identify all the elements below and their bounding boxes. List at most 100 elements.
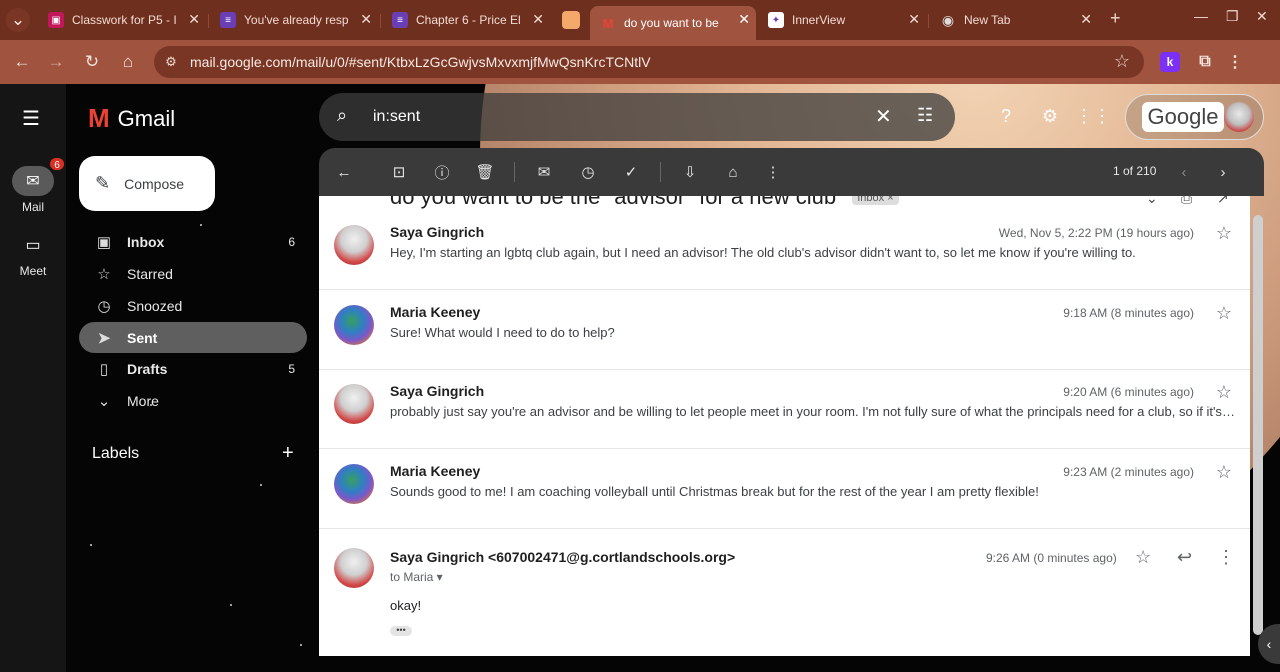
app-rail: ✉ 6 Mail ▭ Meet	[0, 84, 66, 672]
forward-icon[interactable]: →	[44, 50, 68, 74]
home-icon[interactable]: ⌂	[116, 50, 140, 74]
recipient-dropdown[interactable]: to Maria ▾	[390, 570, 443, 584]
pagination-text: 1 of 210	[1113, 164, 1157, 178]
label-icon[interactable]: ⌂	[723, 162, 743, 182]
print-icon[interactable]: ⎙	[1181, 196, 1192, 207]
close-tab-icon[interactable]: ✕	[1080, 11, 1092, 28]
message-row[interactable]: Maria Keeney Sounds good to me! I am coa…	[319, 449, 1250, 529]
labels-heading: Labels	[92, 445, 140, 462]
message-snippet: Hey, I'm starting an lgbtq club again, b…	[390, 245, 1136, 260]
clear-search-icon[interactable]: ✕	[875, 104, 892, 129]
older-icon[interactable]: ›	[1213, 162, 1233, 182]
expand-all-icon[interactable]: ⌄	[1146, 196, 1158, 207]
browser-tab[interactable]: ◉ New Tab ✕	[930, 6, 1098, 34]
tab-search-icon[interactable]: ⌄	[6, 8, 30, 32]
message-date: 9:26 AM (0 minutes ago)	[986, 551, 1117, 565]
google-brand: Google	[1142, 102, 1224, 132]
thread-toolbar: ← ⊡ ⓘ 🗑 ✉ ◷ ✓ ⇩ ⌂ ⋮ 1 of 210 ‹ ›	[319, 148, 1264, 196]
add-label-icon[interactable]: +	[282, 442, 294, 465]
settings-gear-icon[interactable]: ⚙	[1038, 104, 1062, 128]
archive-icon[interactable]: ⊡	[389, 162, 409, 182]
scrollbar[interactable]	[1253, 215, 1263, 635]
browser-tab[interactable]	[552, 6, 588, 34]
message-snippet: Sounds good to me! I am coaching volleyb…	[390, 484, 1039, 499]
browser-tab[interactable]: ✦ InnerView ✕	[758, 6, 926, 34]
back-icon[interactable]: ←	[10, 50, 34, 74]
nav-more[interactable]: ⌄ More	[79, 385, 307, 416]
move-to-icon[interactable]: ⇩	[680, 162, 700, 182]
close-tab-icon[interactable]: ✕	[738, 11, 750, 28]
nav-drafts[interactable]: ▯ Drafts 5	[79, 353, 307, 384]
rail-meet[interactable]: ▭ Meet	[0, 230, 66, 278]
nav-sent[interactable]: ➤ Sent	[79, 322, 307, 353]
nav-snoozed[interactable]: ◷ Snoozed	[79, 290, 307, 321]
show-trimmed-button[interactable]: •••	[390, 626, 412, 636]
close-tab-icon[interactable]: ✕	[360, 11, 372, 28]
restore-icon[interactable]: ❐	[1226, 8, 1239, 25]
browser-tab[interactable]: ≡ Chapter 6 - Price El ✕	[382, 6, 550, 34]
extensions-puzzle-icon[interactable]: ⧉	[1195, 52, 1215, 72]
url-text[interactable]: mail.google.com/mail/u/0/#sent/KtbxLzGcG…	[190, 54, 651, 70]
close-tab-icon[interactable]: ✕	[188, 11, 200, 28]
star-icon[interactable]: ☆	[1216, 382, 1232, 403]
reload-icon[interactable]: ↻	[80, 50, 104, 74]
browser-menu-icon[interactable]: ⋮	[1225, 52, 1245, 72]
close-window-icon[interactable]: ✕	[1256, 8, 1268, 25]
mail-icon: ✉ 6	[12, 156, 66, 196]
star-icon[interactable]: ☆	[1216, 223, 1232, 244]
draft-icon: ▯	[99, 360, 109, 378]
thread-subject: do you want to be the "advisor" for a ne…	[390, 196, 899, 210]
search-bar[interactable]: ⌕ in:sent ✕ ☷	[319, 93, 955, 141]
search-input[interactable]: in:sent	[373, 108, 420, 126]
gmail-logo[interactable]: M Gmail	[88, 103, 175, 134]
browser-tab-active[interactable]: M do you want to be t ✕	[590, 6, 756, 40]
compose-button[interactable]: ✎ Compose	[79, 156, 215, 211]
add-task-icon[interactable]: ✓	[621, 162, 641, 182]
avatar	[334, 464, 374, 504]
search-icon[interactable]: ⌕	[337, 105, 347, 126]
star-icon[interactable]: ☆	[1135, 547, 1151, 568]
avatar	[1224, 102, 1254, 132]
message-row[interactable]: Saya Gingrich Hey, I'm starting an lgbtq…	[319, 210, 1250, 290]
sender-name: Maria Keeney	[390, 304, 481, 320]
new-tab-button[interactable]: +	[1110, 8, 1121, 29]
site-info-icon[interactable]: ⚙	[162, 53, 180, 71]
browser-tab[interactable]: ≡ You've already resp ✕	[210, 6, 378, 34]
extension-k-icon[interactable]: k	[1160, 52, 1180, 72]
address-bar[interactable]: ⚙ mail.google.com/mail/u/0/#sent/KtbxLzG…	[154, 46, 1144, 78]
more-options-icon[interactable]: ⋮	[1217, 547, 1235, 568]
delete-icon[interactable]: 🗑	[475, 162, 495, 182]
minimize-icon[interactable]: —	[1194, 8, 1208, 24]
star-icon[interactable]: ☆	[1216, 303, 1232, 324]
message-date: Wed, Nov 5, 2:22 PM (19 hours ago)	[998, 226, 1194, 240]
message-snippet: Sure! What would I need to do to help?	[390, 325, 615, 340]
report-spam-icon[interactable]: ⓘ	[432, 162, 452, 182]
blank-tab-icon	[562, 11, 580, 29]
thread-view: do you want to be the "advisor" for a ne…	[319, 196, 1250, 656]
gmail-icon: M	[602, 15, 614, 31]
nav-inbox[interactable]: ▣ Inbox 6	[79, 226, 307, 257]
close-tab-icon[interactable]: ✕	[532, 11, 544, 28]
rail-mail[interactable]: ✉ 6 Mail	[0, 156, 66, 214]
snooze-icon[interactable]: ◷	[578, 162, 598, 182]
close-tab-icon[interactable]: ✕	[908, 11, 920, 28]
more-options-icon[interactable]: ⋮	[763, 162, 783, 182]
account-button[interactable]: Google	[1125, 94, 1264, 140]
reply-icon[interactable]: ↩	[1177, 547, 1192, 568]
message-row[interactable]: Saya Gingrich probably just say you're a…	[319, 369, 1250, 449]
search-options-icon[interactable]: ☷	[917, 105, 933, 126]
star-icon[interactable]: ☆	[1216, 462, 1232, 483]
newer-icon[interactable]: ‹	[1174, 162, 1194, 182]
message-date: 9:23 AM (2 minutes ago)	[1063, 465, 1194, 479]
main-menu-icon[interactable]: ☰	[22, 106, 40, 131]
back-to-list-icon[interactable]: ←	[334, 162, 354, 182]
nav-starred[interactable]: ☆ Starred	[79, 258, 307, 289]
inbox-tag[interactable]: Inbox ×	[852, 196, 899, 206]
bookmark-star-icon[interactable]: ☆	[1114, 51, 1130, 72]
help-icon[interactable]: ?	[994, 104, 1018, 128]
open-new-window-icon[interactable]: ↗	[1217, 196, 1229, 207]
message-row[interactable]: Maria Keeney Sure! What would I need to …	[319, 290, 1250, 370]
apps-grid-icon[interactable]: ⋮⋮	[1075, 104, 1111, 128]
mark-unread-icon[interactable]: ✉	[534, 162, 554, 182]
browser-tab[interactable]: ▣ Classwork for P5 - I ✕	[38, 6, 206, 34]
